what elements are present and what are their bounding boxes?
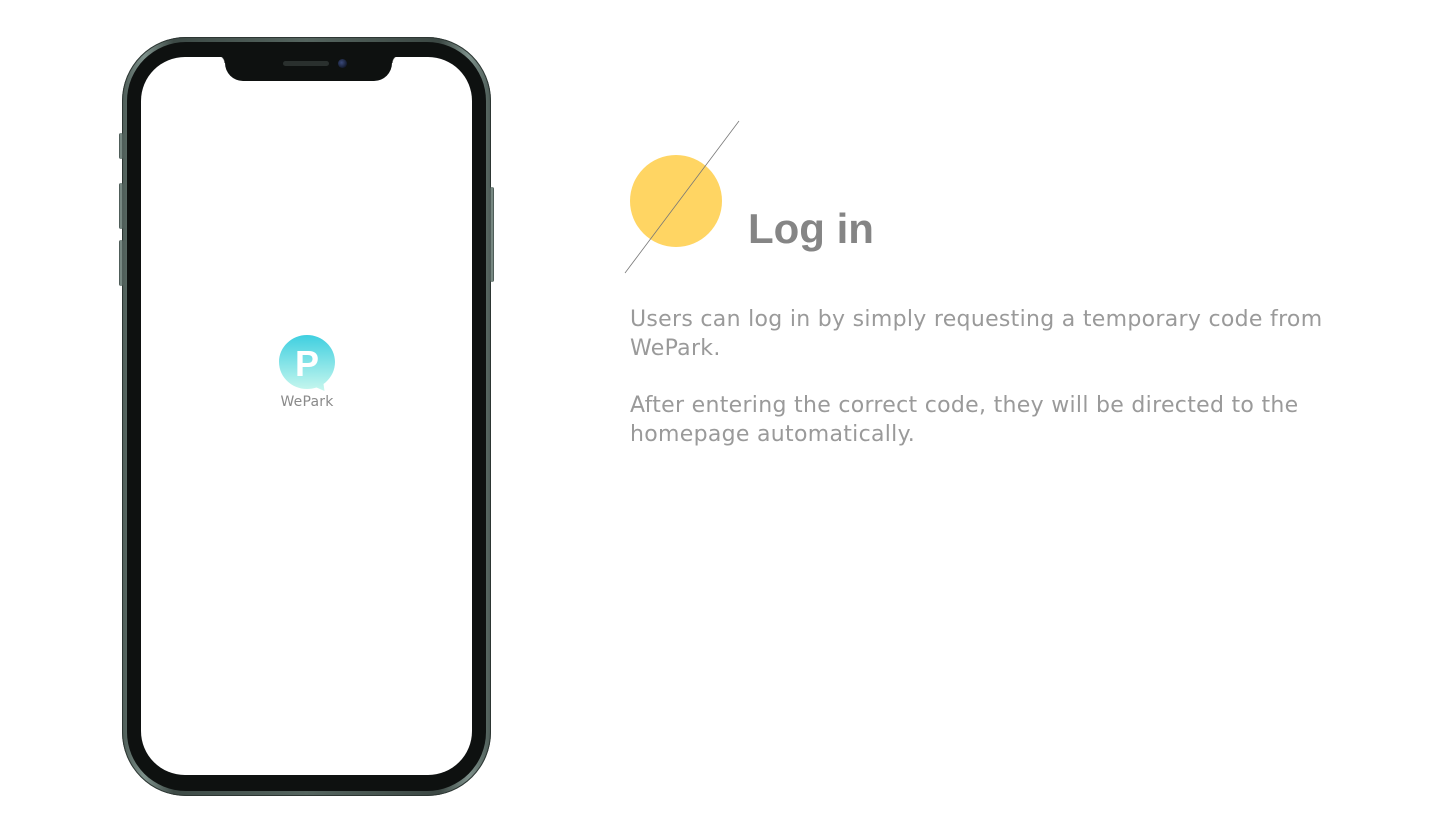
description-paragraph-2: After entering the correct code, they wi…: [630, 393, 1299, 447]
accent-circle-decoration: [624, 120, 740, 274]
accent-circle: [630, 155, 722, 247]
app-name-label: WePark: [280, 394, 334, 410]
description-paragraph-1: Users can log in by simply requesting a …: [630, 307, 1323, 361]
phone-screen: P WePark: [141, 57, 472, 775]
phone-notch: [217, 57, 400, 81]
wepark-logo-icon: P: [279, 335, 335, 391]
side-button-power: [490, 187, 494, 282]
front-camera: [338, 59, 347, 68]
logo-letter: P: [295, 343, 319, 384]
phone-mockup: P WePark: [119, 37, 494, 796]
page-title: Log in: [748, 205, 874, 252]
speaker-grille: [283, 61, 329, 66]
side-button-silent: [119, 133, 123, 159]
side-button-volume-down: [119, 240, 123, 286]
side-button-volume-up: [119, 183, 123, 229]
slide-canvas: P WePark Log in Users can log in by simp…: [0, 0, 1440, 840]
